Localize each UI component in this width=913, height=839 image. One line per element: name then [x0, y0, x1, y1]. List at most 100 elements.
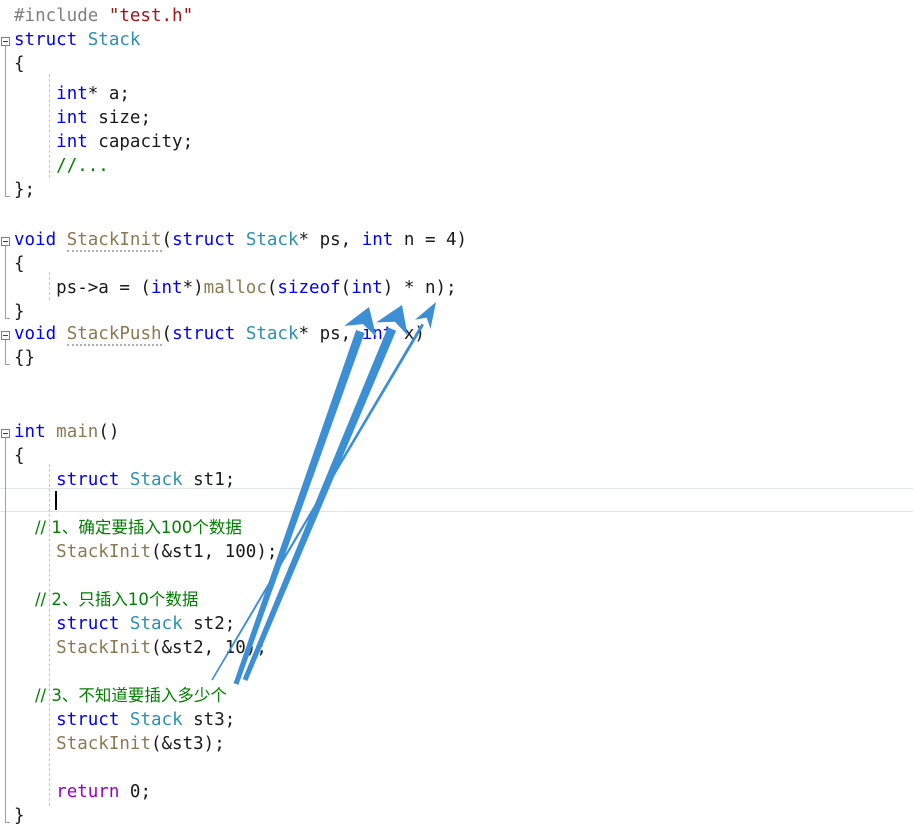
code-token: * ps, [298, 230, 362, 250]
code-line-text: ps->a = (int*)malloc(sizeof(int) * n); [14, 276, 457, 300]
code-line[interactable]: // 1、确定要插入100个数据 [0, 516, 913, 540]
fold-region-end [5, 364, 10, 365]
code-token: (&st3); [150, 734, 225, 754]
code-token: "test.h" [108, 6, 194, 26]
code-line-text: } [14, 804, 25, 828]
code-token: st1; [182, 470, 236, 490]
code-token: int [361, 324, 394, 344]
code-token: Stack [129, 710, 183, 730]
code-line[interactable]: void StackPush(struct Stack* ps, int x) [0, 322, 913, 346]
code-token: { [14, 54, 25, 74]
code-line[interactable]: StackInit(&st3); [0, 732, 913, 756]
code-line[interactable]: } [0, 804, 913, 828]
code-token: int [361, 230, 394, 250]
code-line[interactable]: int capacity; [0, 130, 913, 154]
code-token: ( [266, 278, 278, 298]
code-token: } [14, 302, 25, 322]
code-line[interactable]: struct Stack st2; [0, 612, 913, 636]
code-token: { [14, 254, 25, 274]
code-line[interactable]: return 0; [0, 780, 913, 804]
code-token: int [56, 84, 88, 104]
code-line-text: }; [14, 178, 35, 202]
code-token: int [150, 278, 183, 298]
code-line[interactable]: { [0, 252, 913, 276]
code-token: #include [14, 6, 109, 26]
code-line[interactable]: #include "test.h" [0, 4, 913, 28]
code-line[interactable]: struct Stack [0, 28, 913, 52]
code-line[interactable]: StackInit(&st2, 10); [0, 636, 913, 660]
code-line-text: void StackPush(struct Stack* ps, int x) [14, 322, 425, 346]
code-line[interactable]: } [0, 300, 913, 324]
code-line[interactable] [0, 370, 913, 394]
fold-toggle-icon[interactable] [1, 331, 10, 340]
code-line[interactable]: struct Stack st3; [0, 708, 913, 732]
code-line-text: //... [14, 154, 109, 178]
fold-region-end [5, 318, 10, 319]
code-token: ) * n); [382, 278, 457, 298]
fold-region-line [5, 46, 6, 196]
code-line[interactable]: int* a; [0, 82, 913, 106]
code-line[interactable]: {} [0, 346, 913, 370]
code-token: StackInit [66, 230, 162, 252]
code-token: struct [172, 324, 246, 344]
code-token: int [351, 278, 383, 298]
code-line-text: int* a; [14, 82, 130, 106]
code-token: {} [14, 348, 36, 368]
code-line-text: void StackInit(struct Stack* ps, int n =… [14, 228, 467, 252]
code-token: ps->a = ( [14, 278, 151, 298]
fold-toggle-icon[interactable] [1, 237, 10, 246]
code-line[interactable] [0, 492, 913, 516]
fold-toggle-icon[interactable] [1, 37, 10, 46]
code-token: Stack [245, 324, 299, 344]
code-line[interactable]: int main() [0, 420, 913, 444]
code-line[interactable] [0, 564, 913, 588]
code-token: (&st2, 10); [150, 638, 267, 658]
code-line-text: struct Stack st1; [14, 468, 235, 492]
code-token: StackInit [56, 542, 151, 562]
code-line[interactable]: StackInit(&st1, 100); [0, 540, 913, 564]
code-line[interactable]: // 3、不知道要插入多少个 [0, 684, 913, 708]
code-token: void [14, 230, 67, 250]
code-line[interactable]: void StackInit(struct Stack* ps, int n =… [0, 228, 913, 252]
code-line-text: return 0; [14, 780, 151, 804]
code-line[interactable] [0, 660, 913, 684]
fold-region-line [5, 246, 6, 318]
code-line-text: {} [14, 346, 35, 370]
code-token: Stack [87, 30, 141, 50]
code-token: StackPush [66, 324, 162, 346]
code-editor[interactable]: #include "test.h" struct Stack{ int* a; i… [0, 0, 913, 839]
fold-toggle-icon[interactable] [1, 429, 10, 438]
code-token: x) [393, 324, 425, 344]
code-token: { [14, 446, 25, 466]
code-token: StackInit [56, 638, 151, 658]
code-line[interactable]: // 2、只插入10个数据 [0, 588, 913, 612]
code-line[interactable]: ps->a = (int*)malloc(sizeof(int) * n); [0, 276, 913, 300]
code-line[interactable] [0, 396, 913, 420]
code-token: * a; [87, 84, 130, 104]
code-token: Stack [245, 230, 299, 250]
code-line[interactable]: }; [0, 178, 913, 202]
code-line-text: { [14, 444, 25, 468]
code-line-text: int main() [14, 420, 119, 444]
code-line[interactable] [0, 756, 913, 780]
code-token: return [56, 782, 120, 802]
code-text-area[interactable]: #include "test.h" struct Stack{ int* a; i… [0, 0, 913, 839]
code-token: Stack [129, 470, 183, 490]
code-token: (&st1, 100); [150, 542, 278, 562]
code-token: // 3、不知道要插入多少个 [14, 686, 227, 705]
code-line[interactable] [0, 202, 913, 226]
code-line[interactable]: //... [0, 154, 913, 178]
code-token: //... [56, 156, 109, 176]
code-line[interactable]: int size; [0, 106, 913, 130]
code-token: ( [340, 278, 352, 298]
code-token: 0; [119, 782, 151, 802]
code-token: () [98, 422, 120, 442]
code-line[interactable]: { [0, 52, 913, 76]
code-token: int [14, 422, 57, 442]
code-line[interactable]: { [0, 444, 913, 468]
code-line-text: StackInit(&st3); [14, 732, 225, 756]
code-token: sizeof [277, 278, 341, 298]
code-token: struct [56, 470, 130, 490]
code-line[interactable]: struct Stack st1; [0, 468, 913, 492]
code-line-text: StackInit(&st1, 100); [14, 540, 277, 564]
